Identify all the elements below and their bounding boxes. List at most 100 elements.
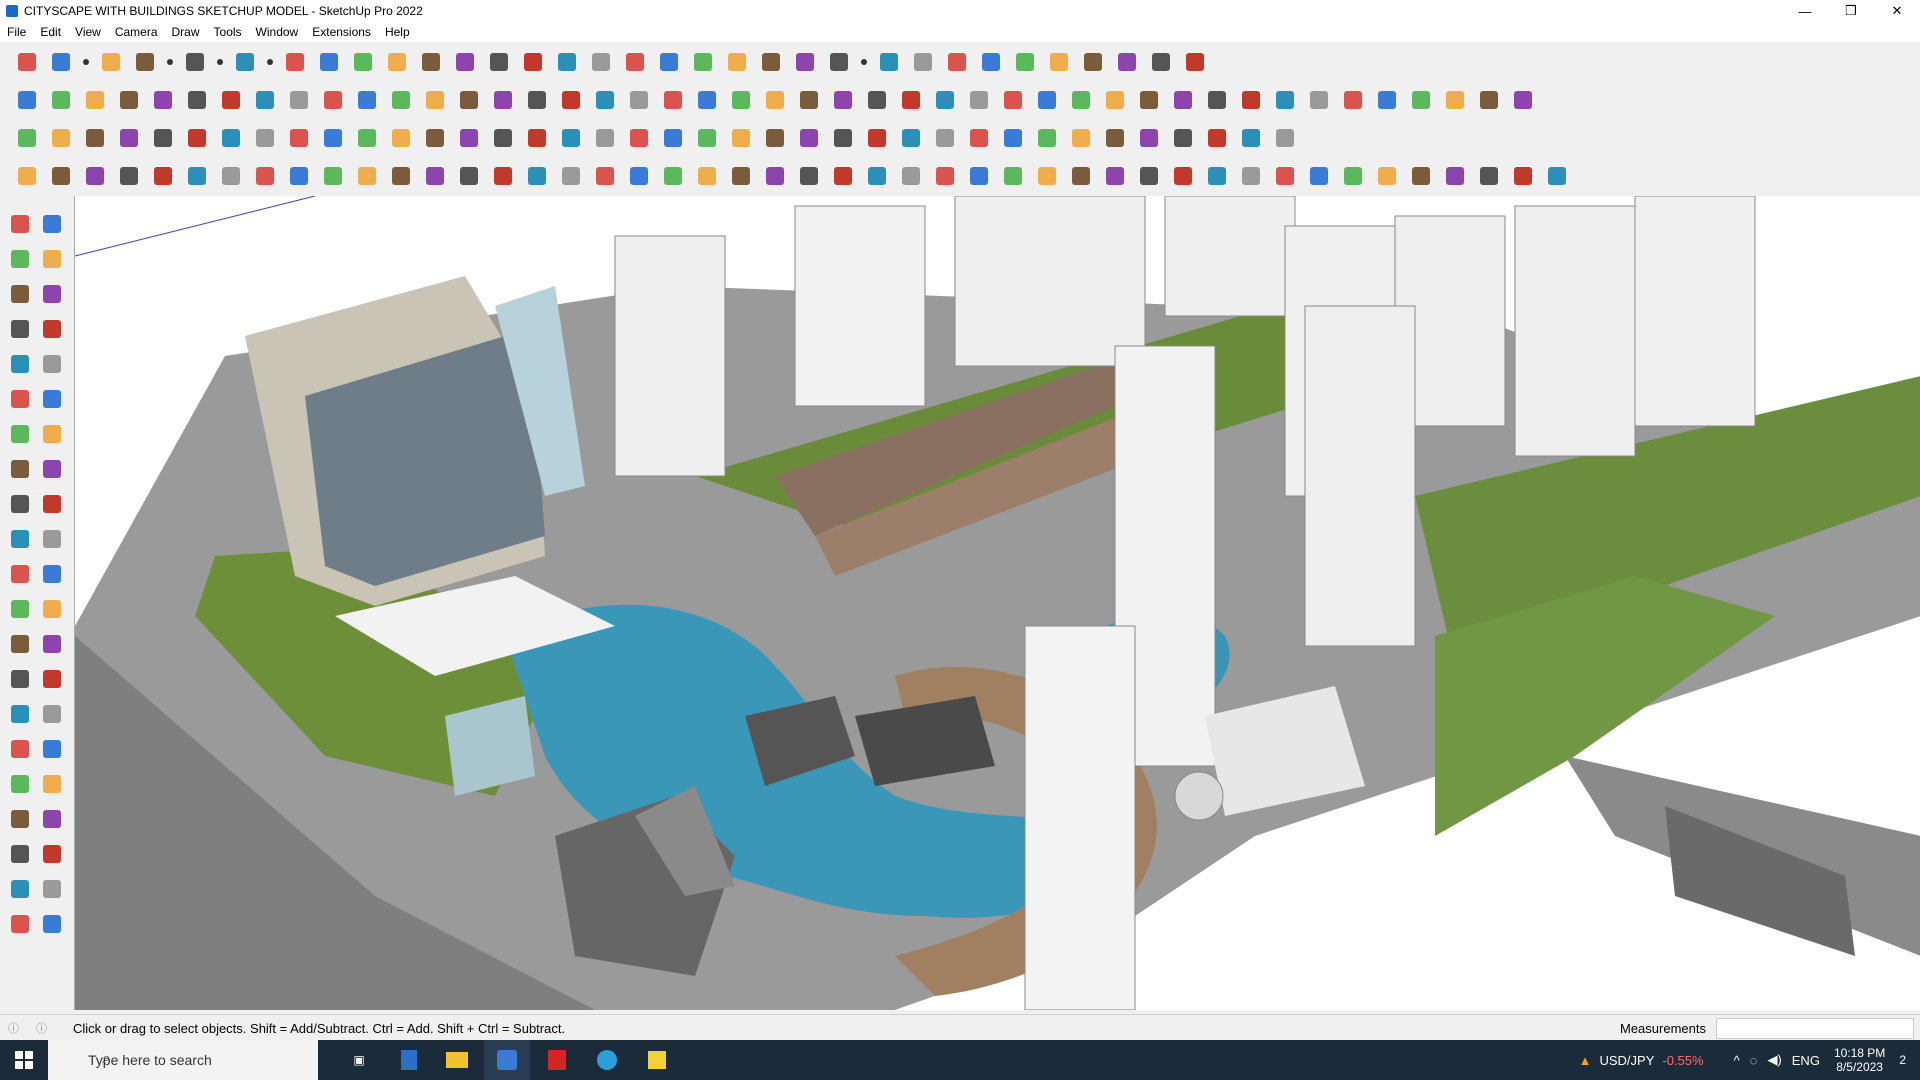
flip-icon[interactable] (1011, 48, 1039, 76)
house-icon[interactable] (557, 86, 585, 114)
tape-icon[interactable] (451, 48, 479, 76)
geo-icon[interactable] (1181, 48, 1209, 76)
axes-icon[interactable] (6, 665, 34, 693)
sandbox-icon[interactable] (6, 875, 34, 903)
menu-camera[interactable]: Camera (108, 25, 165, 39)
menu-help[interactable]: Help (378, 25, 417, 39)
hide-icon[interactable] (1079, 48, 1107, 76)
dropdown-icon[interactable] (215, 48, 225, 76)
orbit-icon[interactable] (38, 210, 66, 238)
text-icon[interactable] (485, 48, 513, 76)
eraser-icon[interactable] (38, 245, 66, 273)
frame-icon[interactable] (523, 162, 551, 190)
stair-icon[interactable] (1067, 162, 1095, 190)
arrow-down-icon[interactable] (149, 86, 177, 114)
stair-icon[interactable] (1475, 162, 1503, 190)
edge-icon[interactable] (584, 1040, 630, 1080)
rect-icon[interactable] (6, 350, 34, 378)
select-icon[interactable] (47, 48, 75, 76)
pen-icon[interactable] (829, 86, 857, 114)
offset-icon[interactable] (38, 560, 66, 588)
dropdown-icon[interactable] (165, 48, 175, 76)
rotate-icon[interactable] (6, 525, 34, 553)
lasso-icon[interactable] (181, 48, 209, 76)
start-button[interactable] (0, 1040, 48, 1080)
star-icon[interactable] (183, 162, 211, 190)
plane-icon[interactable] (523, 86, 551, 114)
arc-icon[interactable] (1237, 124, 1265, 152)
text-tool-icon[interactable] (761, 86, 789, 114)
arrow-down-icon[interactable] (285, 86, 313, 114)
paint-icon[interactable] (519, 48, 547, 76)
grid-icon[interactable] (1101, 124, 1129, 152)
arc-icon[interactable] (6, 420, 34, 448)
sphere-icon[interactable] (285, 162, 313, 190)
section-icon[interactable] (38, 840, 66, 868)
volume-icon[interactable]: ◀) (1767, 1052, 1781, 1068)
cube-icon[interactable] (931, 124, 959, 152)
sandbox-icon[interactable] (723, 48, 751, 76)
zoom-extents-icon[interactable] (6, 770, 34, 798)
pencil-icon[interactable] (1237, 86, 1265, 114)
grid-icon[interactable] (1067, 124, 1095, 152)
line-icon[interactable] (455, 86, 483, 114)
follow-me-icon[interactable] (315, 48, 343, 76)
menu-window[interactable]: Window (249, 25, 306, 39)
line-icon[interactable] (421, 162, 449, 190)
circle-icon[interactable] (863, 86, 891, 114)
taskbar-search[interactable]: ⌕ Type here to search (48, 1040, 318, 1080)
cube-icon[interactable] (251, 162, 279, 190)
stair-icon[interactable] (1339, 162, 1367, 190)
cube-icon[interactable] (1305, 86, 1333, 114)
stair-icon[interactable] (625, 162, 653, 190)
menu-file[interactable]: File (0, 25, 33, 39)
file-explorer-icon[interactable] (434, 1040, 480, 1080)
cross-icon[interactable] (557, 124, 585, 152)
dropdown-icon[interactable] (859, 48, 869, 76)
walk-icon[interactable] (6, 840, 34, 868)
move-icon[interactable] (349, 48, 377, 76)
line-icon[interactable] (421, 86, 449, 114)
pan-icon[interactable] (587, 48, 615, 76)
house-icon[interactable] (625, 86, 653, 114)
circle-icon[interactable] (1203, 86, 1231, 114)
component-icon[interactable] (689, 48, 717, 76)
stair-icon[interactable] (931, 162, 959, 190)
stair-icon[interactable] (1305, 162, 1333, 190)
redo-icon[interactable] (1147, 48, 1175, 76)
select-icon[interactable] (6, 210, 34, 238)
stair-icon[interactable] (591, 162, 619, 190)
stair-icon[interactable] (557, 162, 585, 190)
pencil-icon[interactable] (38, 280, 66, 308)
pan-icon[interactable] (38, 700, 66, 728)
clock-time[interactable]: 10:18 PM (1834, 1046, 1885, 1060)
triangle-icon[interactable] (659, 124, 687, 152)
line-icon[interactable] (6, 315, 34, 343)
stair-icon[interactable] (1441, 162, 1469, 190)
stair-icon[interactable] (1237, 162, 1265, 190)
curve-icon[interactable] (47, 162, 75, 190)
polygon-icon[interactable] (38, 385, 66, 413)
box-icon[interactable] (13, 86, 41, 114)
look-around-icon[interactable] (38, 805, 66, 833)
follow-me-icon[interactable] (38, 525, 66, 553)
zoom-icon[interactable] (621, 48, 649, 76)
sketchup-taskbar-icon[interactable] (484, 1040, 530, 1080)
bend-icon[interactable] (319, 162, 347, 190)
eraser-icon[interactable] (97, 48, 125, 76)
menu-tools[interactable]: Tools (207, 25, 249, 39)
rotate-icon[interactable] (383, 48, 411, 76)
grid-icon[interactable] (1169, 124, 1197, 152)
loop-icon[interactable] (727, 124, 755, 152)
rect-icon[interactable] (285, 124, 313, 152)
cube-icon[interactable] (965, 124, 993, 152)
acrobat-icon[interactable] (534, 1040, 580, 1080)
shape-icon[interactable] (795, 86, 823, 114)
push-pull-icon[interactable] (38, 490, 66, 518)
stair-icon[interactable] (999, 162, 1027, 190)
task-view-icon[interactable]: ▣ (336, 1040, 382, 1080)
previous-icon[interactable] (38, 770, 66, 798)
align-icon[interactable] (977, 48, 1005, 76)
extension-icon[interactable] (909, 48, 937, 76)
line-icon[interactable] (455, 162, 483, 190)
